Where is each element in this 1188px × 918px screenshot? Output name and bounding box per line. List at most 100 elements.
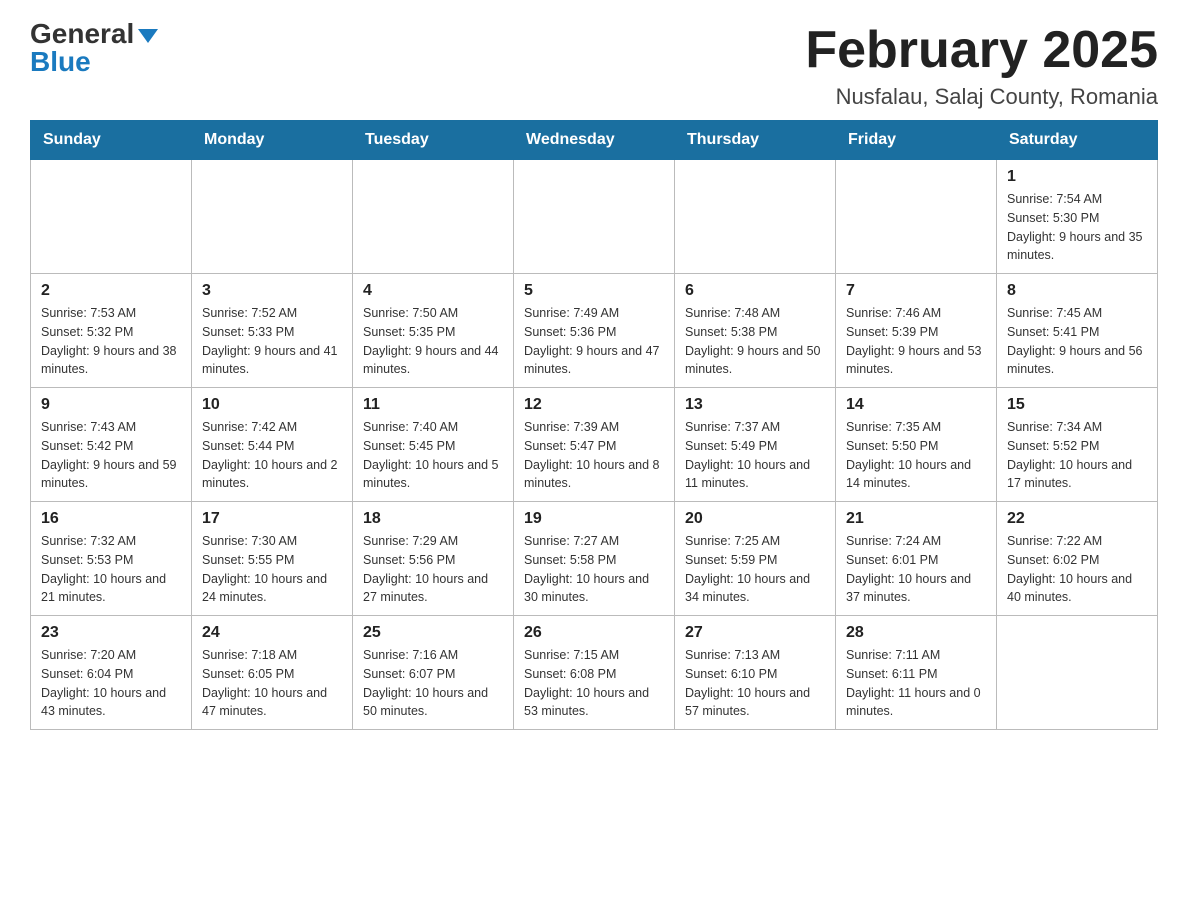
logo: General Blue xyxy=(30,20,158,76)
col-wednesday: Wednesday xyxy=(514,121,675,160)
calendar-cell-w4-d5: 20 Sunrise: 7:25 AMSunset: 5:59 PMDayligh… xyxy=(675,502,836,616)
day-number: 27 xyxy=(685,624,825,642)
day-info: Sunrise: 7:22 AMSunset: 6:02 PMDaylight:… xyxy=(1007,532,1147,607)
calendar-cell-w4-d2: 17Sunrise: 7:30 AMSunset: 5:55 PMDayligh… xyxy=(192,502,353,616)
calendar-cell-w1-d5 xyxy=(675,160,836,274)
day-info: Sunrise: 7:45 AMSunset: 5:41 PMDaylight:… xyxy=(1007,304,1147,379)
calendar-cell-w5-d3: 25 Sunrise: 7:16 AMSunset: 6:07 PMDayligh… xyxy=(353,616,514,730)
day-number: 18 xyxy=(363,510,503,528)
month-title: February 2025 xyxy=(805,20,1158,80)
day-info: Sunrise: 7:43 AMSunset: 5:42 PMDaylight:… xyxy=(41,418,181,493)
day-number: 23 xyxy=(41,624,181,642)
calendar-cell-w2-d7: 8 Sunrise: 7:45 AMSunset: 5:41 PMDaylight… xyxy=(997,274,1158,388)
day-info: Sunrise: 7:52 AMSunset: 5:33 PMDaylight:… xyxy=(202,304,342,379)
col-tuesday: Tuesday xyxy=(353,121,514,160)
calendar-cell-w3-d2: 10 Sunrise: 7:42 AMSunset: 5:44 PMDayligh… xyxy=(192,388,353,502)
day-number: 1 xyxy=(1007,168,1147,186)
calendar-cell-w1-d6 xyxy=(836,160,997,274)
calendar-cell-w4-d6: 21 Sunrise: 7:24 AMSunset: 6:01 PMDayligh… xyxy=(836,502,997,616)
title-area: February 2025 Nusfalau, Salaj County, Ro… xyxy=(805,20,1158,110)
day-info: Sunrise: 7:34 AMSunset: 5:52 PMDaylight:… xyxy=(1007,418,1147,493)
calendar-cell-w4-d3: 18 Sunrise: 7:29 AMSunset: 5:56 PMDayligh… xyxy=(353,502,514,616)
col-thursday: Thursday xyxy=(675,121,836,160)
calendar-cell-w1-d3 xyxy=(353,160,514,274)
day-info: Sunrise: 7:48 AMSunset: 5:38 PMDaylight:… xyxy=(685,304,825,379)
day-info: Sunrise: 7:42 AMSunset: 5:44 PMDaylight:… xyxy=(202,418,342,493)
day-number: 12 xyxy=(524,396,664,414)
calendar-cell-w2-d6: 7 Sunrise: 7:46 AMSunset: 5:39 PMDaylight… xyxy=(836,274,997,388)
day-number: 19 xyxy=(524,510,664,528)
day-number: 10 xyxy=(202,396,342,414)
calendar-cell-w3-d1: 9 Sunrise: 7:43 AMSunset: 5:42 PMDaylight… xyxy=(31,388,192,502)
calendar-cell-w5-d1: 23 Sunrise: 7:20 AMSunset: 6:04 PMDayligh… xyxy=(31,616,192,730)
col-sunday: Sunday xyxy=(31,121,192,160)
day-number: 14 xyxy=(846,396,986,414)
calendar-cell-w3-d7: 15 Sunrise: 7:34 AMSunset: 5:52 PMDayligh… xyxy=(997,388,1158,502)
day-number: 20 xyxy=(685,510,825,528)
calendar-week-2: 2 Sunrise: 7:53 AMSunset: 5:32 PMDaylight… xyxy=(31,274,1158,388)
col-saturday: Saturday xyxy=(997,121,1158,160)
day-info: Sunrise: 7:29 AMSunset: 5:56 PMDaylight:… xyxy=(363,532,503,607)
day-number: 3 xyxy=(202,282,342,300)
day-info: Sunrise: 7:18 AMSunset: 6:05 PMDaylight:… xyxy=(202,646,342,721)
day-info: Sunrise: 7:35 AMSunset: 5:50 PMDaylight:… xyxy=(846,418,986,493)
day-number: 7 xyxy=(846,282,986,300)
day-number: 9 xyxy=(41,396,181,414)
day-number: 28 xyxy=(846,624,986,642)
calendar-week-4: 16 Sunrise: 7:32 AMSunset: 5:53 PMDayligh… xyxy=(31,502,1158,616)
day-info: Sunrise: 7:16 AMSunset: 6:07 PMDaylight:… xyxy=(363,646,503,721)
calendar-cell-w5-d6: 28Sunrise: 7:11 AMSunset: 6:11 PMDayligh… xyxy=(836,616,997,730)
day-info: Sunrise: 7:30 AMSunset: 5:55 PMDaylight:… xyxy=(202,532,342,607)
calendar-cell-w1-d4 xyxy=(514,160,675,274)
day-info: Sunrise: 7:24 AMSunset: 6:01 PMDaylight:… xyxy=(846,532,986,607)
day-info: Sunrise: 7:40 AMSunset: 5:45 PMDaylight:… xyxy=(363,418,503,493)
day-info: Sunrise: 7:32 AMSunset: 5:53 PMDaylight:… xyxy=(41,532,181,607)
calendar-cell-w1-d7: 1 Sunrise: 7:54 AMSunset: 5:30 PMDaylight… xyxy=(997,160,1158,274)
day-info: Sunrise: 7:53 AMSunset: 5:32 PMDaylight:… xyxy=(41,304,181,379)
calendar-cell-w3-d6: 14 Sunrise: 7:35 AMSunset: 5:50 PMDayligh… xyxy=(836,388,997,502)
day-number: 6 xyxy=(685,282,825,300)
calendar-week-5: 23 Sunrise: 7:20 AMSunset: 6:04 PMDayligh… xyxy=(31,616,1158,730)
calendar-table: Sunday Monday Tuesday Wednesday Thursday… xyxy=(30,120,1158,730)
day-number: 8 xyxy=(1007,282,1147,300)
col-monday: Monday xyxy=(192,121,353,160)
calendar-cell-w2-d2: 3 Sunrise: 7:52 AMSunset: 5:33 PMDaylight… xyxy=(192,274,353,388)
day-info: Sunrise: 7:13 AMSunset: 6:10 PMDaylight:… xyxy=(685,646,825,721)
day-info: Sunrise: 7:27 AMSunset: 5:58 PMDaylight:… xyxy=(524,532,664,607)
calendar-cell-w5-d7 xyxy=(997,616,1158,730)
calendar-cell-w2-d1: 2 Sunrise: 7:53 AMSunset: 5:32 PMDaylight… xyxy=(31,274,192,388)
day-number: 11 xyxy=(363,396,503,414)
logo-line2: Blue xyxy=(30,48,91,76)
day-number: 13 xyxy=(685,396,825,414)
day-info: Sunrise: 7:54 AMSunset: 5:30 PMDaylight:… xyxy=(1007,190,1147,265)
day-number: 5 xyxy=(524,282,664,300)
header: General Blue February 2025 Nusfalau, Sal… xyxy=(30,20,1158,110)
calendar-cell-w3-d4: 12 Sunrise: 7:39 AMSunset: 5:47 PMDayligh… xyxy=(514,388,675,502)
calendar-cell-w3-d3: 11 Sunrise: 7:40 AMSunset: 5:45 PMDayligh… xyxy=(353,388,514,502)
day-number: 25 xyxy=(363,624,503,642)
day-info: Sunrise: 7:49 AMSunset: 5:36 PMDaylight:… xyxy=(524,304,664,379)
day-number: 15 xyxy=(1007,396,1147,414)
day-number: 26 xyxy=(524,624,664,642)
calendar-cell-w4-d4: 19 Sunrise: 7:27 AMSunset: 5:58 PMDayligh… xyxy=(514,502,675,616)
day-info: Sunrise: 7:37 AMSunset: 5:49 PMDaylight:… xyxy=(685,418,825,493)
calendar-cell-w4-d7: 22Sunrise: 7:22 AMSunset: 6:02 PMDayligh… xyxy=(997,502,1158,616)
calendar-cell-w5-d2: 24 Sunrise: 7:18 AMSunset: 6:05 PMDayligh… xyxy=(192,616,353,730)
logo-triangle-icon xyxy=(138,29,158,43)
day-info: Sunrise: 7:25 AMSunset: 5:59 PMDaylight:… xyxy=(685,532,825,607)
calendar-header-row: Sunday Monday Tuesday Wednesday Thursday… xyxy=(31,121,1158,160)
day-number: 21 xyxy=(846,510,986,528)
day-number: 2 xyxy=(41,282,181,300)
day-info: Sunrise: 7:20 AMSunset: 6:04 PMDaylight:… xyxy=(41,646,181,721)
calendar-cell-w3-d5: 13 Sunrise: 7:37 AMSunset: 5:49 PMDayligh… xyxy=(675,388,836,502)
day-info: Sunrise: 7:39 AMSunset: 5:47 PMDaylight:… xyxy=(524,418,664,493)
calendar-cell-w2-d4: 5 Sunrise: 7:49 AMSunset: 5:36 PMDaylight… xyxy=(514,274,675,388)
calendar-cell-w4-d1: 16 Sunrise: 7:32 AMSunset: 5:53 PMDayligh… xyxy=(31,502,192,616)
day-info: Sunrise: 7:15 AMSunset: 6:08 PMDaylight:… xyxy=(524,646,664,721)
col-friday: Friday xyxy=(836,121,997,160)
calendar-week-3: 9 Sunrise: 7:43 AMSunset: 5:42 PMDaylight… xyxy=(31,388,1158,502)
day-number: 16 xyxy=(41,510,181,528)
day-info: Sunrise: 7:46 AMSunset: 5:39 PMDaylight:… xyxy=(846,304,986,379)
day-number: 4 xyxy=(363,282,503,300)
day-number: 24 xyxy=(202,624,342,642)
